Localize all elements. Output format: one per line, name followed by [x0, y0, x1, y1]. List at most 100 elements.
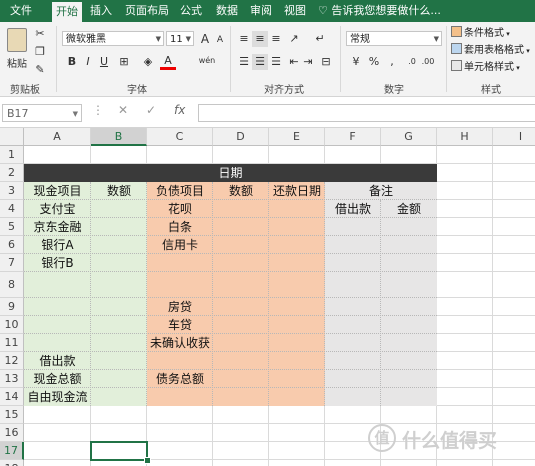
row-header-16[interactable]: 16 — [0, 424, 24, 442]
debt-item-header[interactable]: 负债项目 — [147, 182, 213, 200]
cash-amount-header[interactable]: 数额 — [91, 182, 147, 200]
cell-c5[interactable]: 白条 — [147, 218, 213, 236]
column-header-c[interactable]: C — [147, 128, 213, 146]
column-header-b[interactable]: B — [91, 128, 147, 146]
repay-date-header[interactable]: 还款日期 — [269, 182, 325, 200]
underline-button[interactable]: U — [96, 54, 112, 70]
format-as-table-button[interactable]: 套用表格格式 ▾ — [451, 43, 530, 58]
number-format-select[interactable]: 常规 ▼ — [346, 31, 442, 46]
cell-a6[interactable]: 银行A — [24, 236, 91, 254]
cash-item-header[interactable]: 现金项目 — [24, 182, 91, 200]
row-header-3[interactable]: 3 — [0, 182, 24, 200]
date-header-cell[interactable]: 日期 — [24, 164, 437, 182]
row-header-10[interactable]: 10 — [0, 316, 24, 334]
tab-insert[interactable]: 插入 — [86, 0, 116, 22]
comma-style-button[interactable]: , — [384, 54, 400, 70]
column-header-e[interactable]: E — [269, 128, 325, 146]
font-color-button[interactable]: A — [160, 54, 176, 70]
align-top-icon[interactable]: ≡ — [236, 31, 252, 47]
row-header-4[interactable]: 4 — [0, 200, 24, 218]
cell-c13[interactable]: 债务总额 — [147, 370, 213, 388]
paste-button[interactable]: 粘贴 — [4, 26, 30, 74]
grow-font-button[interactable]: A — [197, 31, 213, 47]
debt-amount-header[interactable]: 数额 — [213, 182, 269, 200]
font-name-select[interactable]: 微软雅黑 ▼ — [62, 31, 164, 46]
increase-decimal-icon[interactable]: .0 — [404, 54, 420, 70]
column-header-i[interactable]: I — [493, 128, 535, 146]
shrink-font-button[interactable]: A — [212, 32, 228, 48]
row-header-6[interactable]: 6 — [0, 236, 24, 254]
italic-button[interactable]: I — [80, 54, 96, 70]
row-header-8[interactable]: 8 — [0, 272, 24, 298]
lend-amount-header[interactable]: 金额 — [381, 200, 437, 218]
align-bottom-icon[interactable]: ≡ — [268, 31, 284, 47]
orientation-icon[interactable]: ↗ — [286, 31, 302, 47]
borders-icon[interactable]: ⊞ — [116, 54, 132, 70]
cell-c9[interactable]: 房贷 — [147, 298, 213, 316]
tab-file[interactable]: 文件 — [4, 0, 38, 22]
accounting-format-button[interactable]: ¥ — [348, 54, 364, 70]
merge-center-icon[interactable]: ⊟ — [318, 54, 334, 70]
column-header-d[interactable]: D — [213, 128, 269, 146]
column-header-a[interactable]: A — [24, 128, 91, 146]
cancel-icon[interactable]: ✕ — [118, 103, 128, 117]
row-header-5[interactable]: 5 — [0, 218, 24, 236]
insert-function-icon[interactable]: fx — [174, 103, 185, 117]
decrease-decimal-icon[interactable]: .00 — [420, 54, 436, 70]
cell-a14[interactable]: 自由现金流 — [24, 388, 91, 406]
bold-button[interactable]: B — [64, 54, 80, 70]
cell-a13[interactable]: 现金总额 — [24, 370, 91, 388]
wrap-text-icon[interactable]: ↵ — [312, 31, 328, 47]
lend-header[interactable]: 借出款 — [325, 200, 381, 218]
row-header-2[interactable]: 2 — [0, 164, 24, 182]
align-center-icon[interactable]: ☰ — [252, 54, 268, 70]
copy-icon[interactable]: ❐ — [32, 44, 48, 60]
row-header-14[interactable]: 14 — [0, 388, 24, 406]
align-left-icon[interactable]: ☰ — [236, 54, 252, 70]
fill-handle[interactable] — [144, 457, 151, 464]
row-header-7[interactable]: 7 — [0, 254, 24, 272]
row-header-11[interactable]: 11 — [0, 334, 24, 352]
align-right-icon[interactable]: ☰ — [268, 54, 284, 70]
percent-style-button[interactable]: % — [366, 54, 382, 70]
row-header-17[interactable]: 17 — [0, 442, 24, 460]
column-header-g[interactable]: G — [381, 128, 437, 146]
phonetic-button[interactable]: wén — [196, 53, 218, 69]
font-size-select[interactable]: 11 ▼ — [166, 31, 194, 46]
cell-a12[interactable]: 借出款 — [24, 352, 91, 370]
row-header-9[interactable]: 9 — [0, 298, 24, 316]
row-header-1[interactable]: 1 — [0, 146, 24, 164]
tab-page-layout[interactable]: 页面布局 — [122, 0, 172, 22]
column-header-f[interactable]: F — [325, 128, 381, 146]
tab-view[interactable]: 视图 — [280, 0, 310, 22]
row-header-13[interactable]: 13 — [0, 370, 24, 388]
cell-styles-button[interactable]: 单元格样式 ▾ — [451, 60, 520, 75]
cut-icon[interactable]: ✂ — [32, 26, 48, 42]
tab-home[interactable]: 开始 — [52, 2, 82, 22]
align-middle-icon[interactable]: ≡ — [252, 31, 268, 47]
cell-c6[interactable]: 信用卡 — [147, 236, 213, 254]
row-header-18[interactable]: 18 — [0, 460, 24, 466]
cell-c11[interactable]: 未确认收获 — [147, 334, 213, 352]
cell-c10[interactable]: 车贷 — [147, 316, 213, 334]
cell-a7[interactable]: 银行B — [24, 254, 91, 272]
format-painter-icon[interactable]: ✎ — [32, 62, 48, 78]
tab-review[interactable]: 审阅 — [246, 0, 276, 22]
cell-a4[interactable]: 支付宝 — [24, 200, 91, 218]
selected-cell-b17[interactable] — [90, 441, 148, 461]
row-header-15[interactable]: 15 — [0, 406, 24, 424]
increase-indent-icon[interactable]: ⇥ — [300, 54, 316, 70]
tab-data[interactable]: 数据 — [212, 0, 242, 22]
note-header[interactable]: 备注 — [325, 182, 437, 200]
tell-me-box[interactable]: ♡ 告诉我您想要做什么... — [318, 0, 441, 22]
column-header-h[interactable]: H — [437, 128, 493, 146]
row-header-12[interactable]: 12 — [0, 352, 24, 370]
name-box[interactable]: B17 ▼ — [2, 104, 82, 122]
cell-a5[interactable]: 京东金融 — [24, 218, 91, 236]
formula-input[interactable] — [198, 104, 535, 122]
fill-color-icon[interactable]: ◈ — [140, 54, 156, 70]
cell-c4[interactable]: 花呗 — [147, 200, 213, 218]
conditional-formatting-button[interactable]: 条件格式 ▾ — [451, 26, 510, 41]
tab-formulas[interactable]: 公式 — [176, 0, 206, 22]
select-all-corner[interactable] — [0, 128, 24, 146]
